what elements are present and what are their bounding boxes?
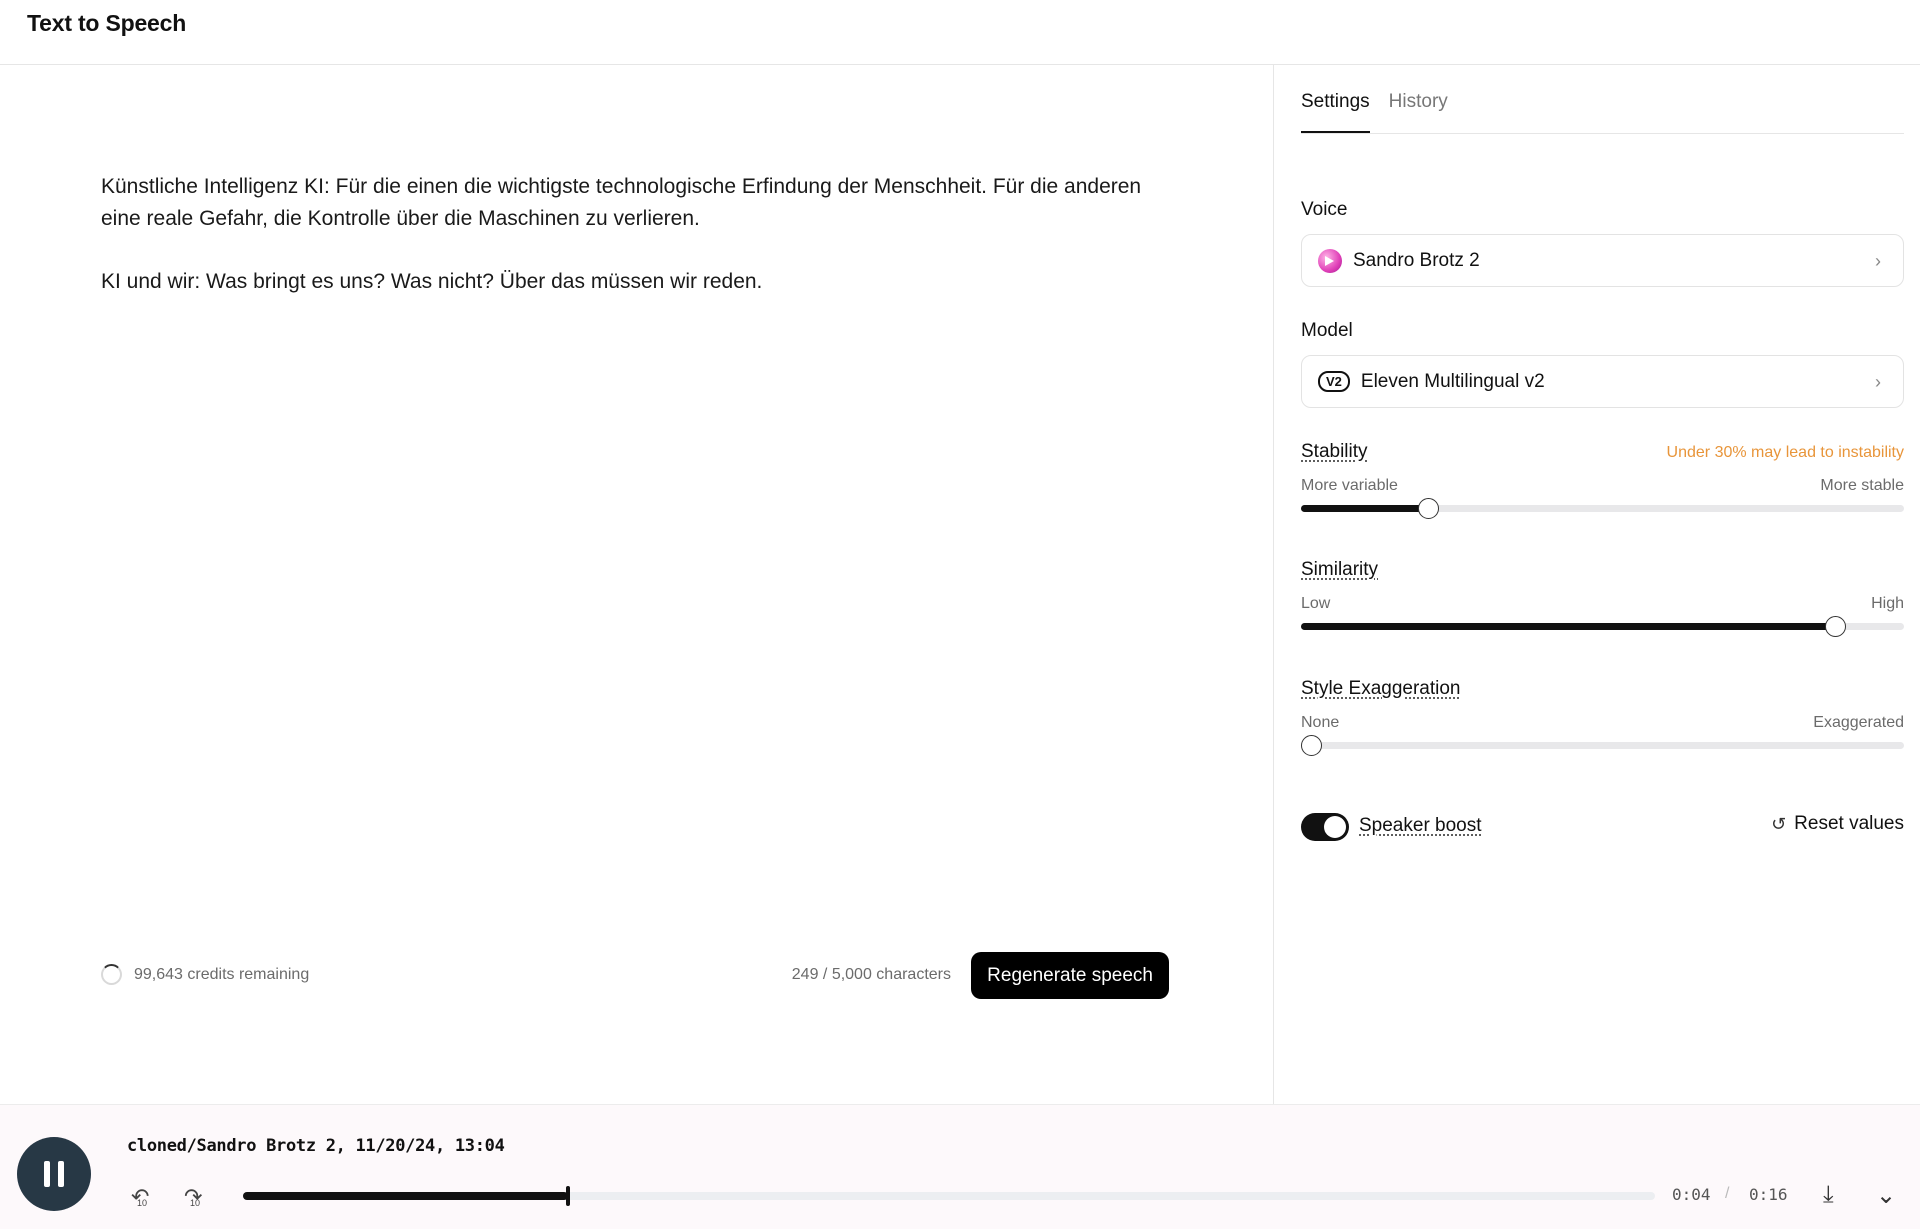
credits-text: 99,643 credits remaining bbox=[134, 965, 310, 983]
style-slider-block: Style Exaggeration None Exaggerated bbox=[1301, 678, 1904, 758]
chevron-down-icon[interactable]: ⌄ bbox=[1876, 1181, 1896, 1210]
reset-icon: ↺ bbox=[1771, 813, 1787, 834]
stability-slider[interactable] bbox=[1301, 498, 1904, 519]
stability-min-label: More variable bbox=[1301, 477, 1398, 494]
editor-text[interactable]: Künstliche Intelligenz KI: Für die einen… bbox=[101, 171, 1161, 329]
voice-avatar-icon bbox=[1318, 248, 1342, 273]
editor-footer: 99,643 credits remaining 249 / 5,000 cha… bbox=[101, 952, 1169, 1000]
voice-label: Voice bbox=[1301, 199, 1348, 220]
chevron-right-icon: › bbox=[1875, 251, 1881, 271]
model-label: Model bbox=[1301, 320, 1353, 341]
tab-settings[interactable]: Settings bbox=[1301, 91, 1370, 133]
speaker-boost-label: Speaker boost bbox=[1359, 815, 1482, 836]
progress-handle[interactable] bbox=[565, 1186, 570, 1206]
rewind-10-icon[interactable]: ↶ 10 bbox=[131, 1184, 149, 1210]
similarity-max-label: High bbox=[1871, 595, 1904, 612]
style-exaggeration-slider[interactable] bbox=[1301, 735, 1904, 756]
playback-progress-bar[interactable] bbox=[243, 1186, 1655, 1206]
page-title: Text to Speech bbox=[27, 10, 187, 36]
audio-player: cloned/Sandro Brotz 2, 11/20/24, 13:04 ↶… bbox=[0, 1104, 1920, 1229]
stability-max-label: More stable bbox=[1820, 477, 1904, 494]
chevron-right-icon: › bbox=[1875, 372, 1881, 392]
model-value: Eleven Multilingual v2 bbox=[1360, 370, 1545, 392]
regenerate-speech-button[interactable]: Regenerate speech bbox=[971, 952, 1169, 999]
similarity-slider-block: Similarity Low High bbox=[1301, 559, 1904, 639]
stability-slider-fill bbox=[1301, 505, 1428, 512]
credits-progress-icon bbox=[101, 964, 122, 985]
stability-slider-thumb[interactable] bbox=[1417, 498, 1439, 519]
similarity-slider-thumb[interactable] bbox=[1824, 616, 1846, 637]
current-time: 0:04 bbox=[1672, 1185, 1711, 1204]
reset-values-label: Reset values bbox=[1794, 813, 1904, 834]
pause-icon-bar bbox=[58, 1161, 64, 1187]
similarity-label: Similarity bbox=[1301, 559, 1379, 580]
top-bar: Text to Speech bbox=[0, 0, 1920, 65]
panel-tabs: Settings History bbox=[1301, 91, 1904, 134]
character-count: 249 / 5,000 characters bbox=[791, 966, 951, 983]
similarity-slider[interactable] bbox=[1301, 616, 1904, 637]
stability-warning: Under 30% may lead to instability bbox=[1666, 444, 1904, 461]
speaker-boost-toggle[interactable] bbox=[1301, 813, 1349, 841]
editor-paragraph[interactable]: Künstliche Intelligenz KI: Für die einen… bbox=[101, 171, 1161, 235]
pause-icon bbox=[44, 1161, 50, 1187]
text-editor[interactable]: Künstliche Intelligenz KI: Für die einen… bbox=[0, 65, 1274, 1104]
editor-paragraph[interactable]: KI und wir: Was bringt es uns? Was nicht… bbox=[101, 266, 1161, 298]
speaker-boost-row: Speaker boost ↺ Reset values bbox=[1301, 811, 1904, 843]
style-slider-thumb[interactable] bbox=[1301, 735, 1322, 756]
style-max-label: Exaggerated bbox=[1813, 714, 1904, 731]
stability-slider-block: Stability Under 30% may lead to instabil… bbox=[1301, 441, 1904, 521]
voice-select[interactable]: Sandro Brotz 2 › bbox=[1301, 234, 1904, 287]
settings-panel: Settings History Voice Sandro Brotz 2 › … bbox=[1275, 65, 1920, 1104]
model-version-badge: V2 bbox=[1318, 371, 1350, 392]
progress-fill bbox=[243, 1192, 568, 1200]
reset-values-button[interactable]: ↺ Reset values bbox=[1771, 813, 1904, 835]
similarity-slider-fill bbox=[1301, 623, 1835, 630]
pause-button[interactable] bbox=[17, 1137, 91, 1211]
credits-indicator: 99,643 credits remaining bbox=[101, 964, 309, 985]
voice-value: Sandro Brotz 2 bbox=[1353, 249, 1480, 271]
model-select[interactable]: V2 Eleven Multilingual v2 › bbox=[1301, 355, 1904, 408]
time-separator: / bbox=[1725, 1185, 1730, 1202]
tab-history[interactable]: History bbox=[1389, 91, 1448, 133]
forward-10-icon[interactable]: ↷ 10 bbox=[184, 1184, 202, 1210]
total-time: 0:16 bbox=[1749, 1185, 1788, 1204]
toggle-knob bbox=[1324, 816, 1346, 838]
track-title: cloned/Sandro Brotz 2, 11/20/24, 13:04 bbox=[127, 1136, 505, 1156]
style-min-label: None bbox=[1301, 714, 1340, 731]
similarity-min-label: Low bbox=[1301, 595, 1331, 612]
style-exaggeration-label: Style Exaggeration bbox=[1301, 678, 1461, 699]
download-icon[interactable]: ⤓ bbox=[1823, 1181, 1834, 1209]
